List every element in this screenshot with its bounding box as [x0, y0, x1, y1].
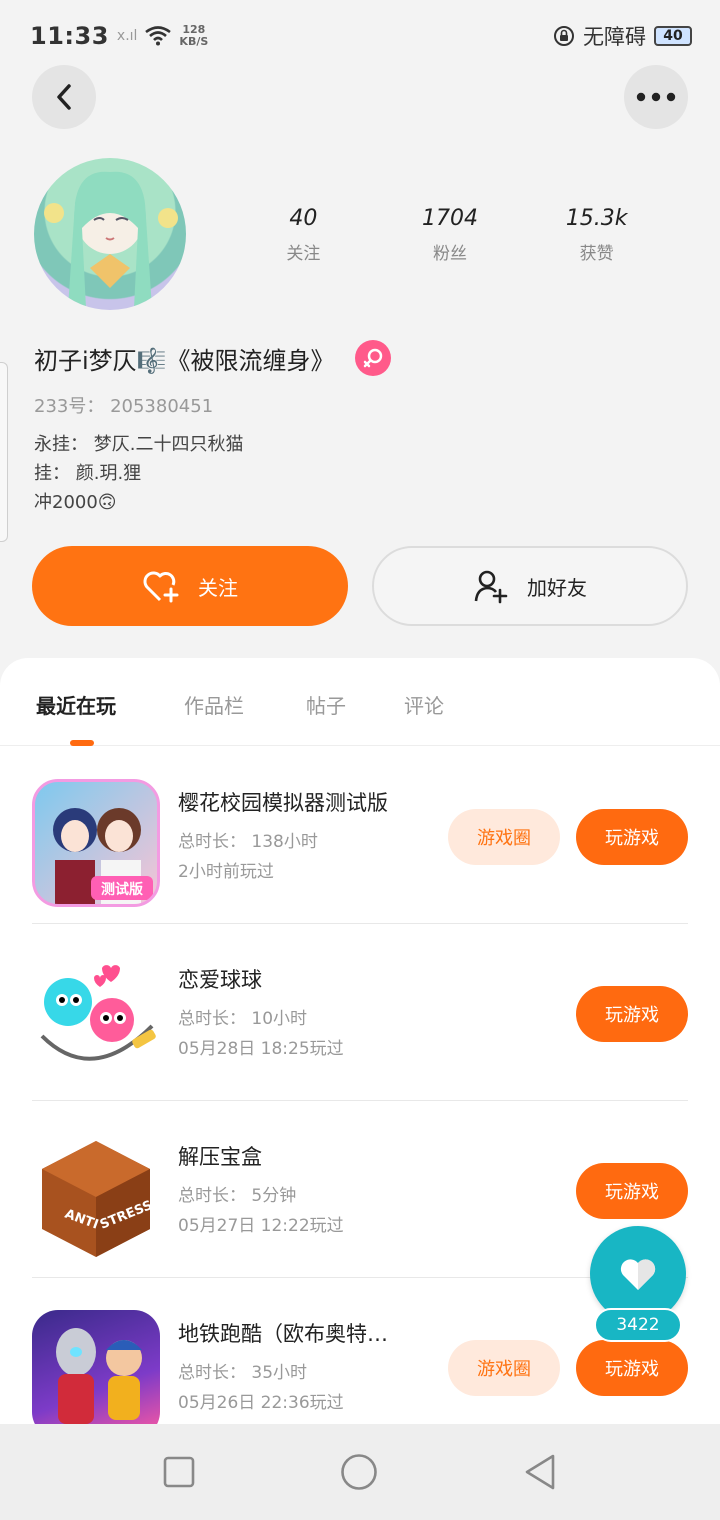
play-game-button[interactable]: 玩游戏 [576, 986, 688, 1042]
game-icon-subway-surfers[interactable] [32, 1310, 160, 1424]
bio-line: 挂： 颜.玥.狸 [34, 463, 142, 484]
stat-likes[interactable]: 15.3k 获赞 [523, 206, 670, 264]
game-last-played: 2小时前玩过 [178, 862, 274, 882]
game-last-played: 05月26日 22:36玩过 [178, 1393, 344, 1413]
system-nav-bar [0, 1424, 720, 1520]
bio-line: 永挂： 梦仄.二十四只秋猫 [34, 434, 244, 455]
icon-badge-text: 测试版 [101, 881, 143, 898]
game-row[interactable]: 测试版 樱花校园模拟器测试版 总时长： 138小时 2小时前玩过 游戏圈 玩游戏 [32, 747, 720, 924]
tab-bar: 最近在玩 作品栏 帖子 评论 [0, 658, 720, 746]
status-bar: 11:33 x.ıl 128 KB/S 无障碍 40 [0, 0, 720, 72]
game-duration: 总时长： 138小时 [178, 832, 318, 852]
game-duration: 总时长： 35小时 [178, 1363, 308, 1383]
more-dots-icon [636, 92, 676, 102]
avatar-illustration [44, 171, 178, 308]
game-duration: 总时长： 10小时 [178, 1009, 308, 1029]
bio-line: 冲2000🙃 [34, 492, 117, 513]
female-gender-icon [354, 340, 391, 376]
wifi-icon [145, 26, 172, 46]
game-name[interactable]: 樱花校园模拟器测试版 [178, 787, 388, 817]
user-id: 233号： 205380451 [34, 396, 214, 417]
heart-icon [620, 1259, 656, 1290]
follow-button[interactable]: 关注 [32, 546, 348, 626]
game-row[interactable]: 恋爱球球 总时长： 10小时 05月28日 18:25玩过 玩游戏 [32, 924, 720, 1101]
game-last-played: 05月27日 12:22玩过 [178, 1216, 344, 1236]
tab-comments[interactable]: 评论 [404, 690, 444, 719]
more-button[interactable] [624, 65, 688, 129]
back-button[interactable] [32, 65, 96, 129]
add-friend-button[interactable]: 加好友 [372, 546, 688, 626]
username: 初子i梦仄🎼《被限流缠身》 [34, 346, 335, 375]
add-user-icon [474, 570, 508, 604]
stat-following[interactable]: 40 关注 [230, 206, 377, 264]
like-count-badge: 3422 [594, 1308, 682, 1342]
network-speed: 128 KB/S [179, 23, 209, 48]
game-circle-button[interactable]: 游戏圈 [448, 1340, 560, 1396]
game-last-played: 05月28日 18:25玩过 [178, 1039, 344, 1059]
game-name[interactable]: 地铁跑酷（欧布奥特… [178, 1318, 388, 1348]
avatar[interactable] [34, 158, 186, 310]
back-triangle-icon[interactable] [523, 1453, 557, 1491]
game-name[interactable]: 解压宝盒 [178, 1141, 262, 1171]
tab-works[interactable]: 作品栏 [184, 690, 244, 719]
game-duration: 总时长： 5分钟 [178, 1186, 297, 1206]
accessibility-label: 无障碍 [583, 25, 646, 49]
recent-apps-icon[interactable] [163, 1456, 195, 1488]
heart-plus-icon [143, 571, 179, 603]
game-icon-sakura[interactable]: 测试版 [32, 779, 160, 907]
play-game-button[interactable]: 玩游戏 [576, 1163, 688, 1219]
tab-indicator [70, 740, 94, 746]
lock-rotation-icon [554, 26, 574, 46]
status-time: 11:33 [30, 22, 109, 50]
tab-posts[interactable]: 帖子 [306, 690, 346, 719]
play-game-button[interactable]: 玩游戏 [576, 809, 688, 865]
chevron-left-icon [57, 84, 71, 110]
game-icon-antistress[interactable]: ANTI STRESS [32, 1133, 160, 1261]
play-game-button[interactable]: 玩游戏 [576, 1340, 688, 1396]
tab-recent-play[interactable]: 最近在玩 [36, 690, 116, 719]
game-icon-love-balls[interactable] [32, 956, 160, 1084]
username-row: 初子i梦仄🎼《被限流缠身》 [34, 340, 391, 376]
battery-icon: 40 [654, 26, 692, 46]
game-name[interactable]: 恋爱球球 [178, 964, 262, 994]
signal-icon: x.ıl [116, 28, 138, 44]
bio: 永挂： 梦仄.二十四只秋猫 挂： 颜.玥.狸 冲2000🙃 [34, 430, 243, 517]
home-icon[interactable] [340, 1453, 378, 1491]
profile-stats: 40 关注 1704 粉丝 15.3k 获赞 [230, 206, 670, 264]
side-edge-handle[interactable] [0, 362, 8, 542]
stat-followers[interactable]: 1704 粉丝 [377, 206, 524, 264]
game-circle-button[interactable]: 游戏圈 [448, 809, 560, 865]
